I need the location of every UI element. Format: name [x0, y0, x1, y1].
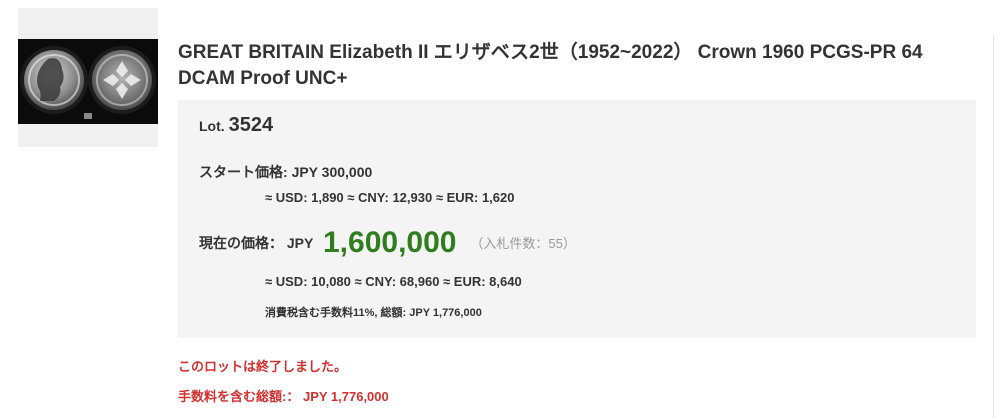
- current-price-currency: JPY: [286, 235, 314, 251]
- price-panel: Lot. 3524 スタート価格: JPY 300,000 ≈ USD: 1,89…: [178, 100, 976, 338]
- coin-photo[interactable]: [18, 39, 158, 124]
- lot-detail-page: GREAT BRITAIN Elizabeth II エリザベス2世（1952~…: [0, 0, 998, 418]
- fee-note: 消費税含む手数料11%, 総額: JPY 1,776,000: [265, 307, 482, 319]
- bid-count: （入札件数：55）: [470, 236, 576, 251]
- divider: [993, 36, 994, 418]
- start-price-value: JPY 300,000: [291, 164, 373, 180]
- start-price-conversions: ≈ USD: 1,890 ≈ CNY: 12,930 ≈ EUR: 1,620: [265, 190, 515, 205]
- total-with-fees: 手数料を含む総額:： JPY 1,776,000: [178, 386, 389, 405]
- lot-ended-message: このロットは終了しました。: [178, 359, 348, 374]
- lot-title: GREAT BRITAIN Elizabeth II エリザベス2世（1952~…: [178, 42, 923, 89]
- lot-label: Lot.: [199, 118, 225, 134]
- lot-number: 3524: [228, 114, 274, 136]
- current-price-conversions: ≈ USD: 10,080 ≈ CNY: 68,960 ≈ EUR: 8,640: [265, 274, 522, 289]
- total-value: JPY 1,776,000: [302, 389, 389, 404]
- lot-number-row: Lot. 3524: [199, 114, 273, 137]
- start-price-label: スタート価格:: [199, 164, 288, 180]
- current-price-amount: 1,600,000: [323, 226, 457, 259]
- current-price-row: 現在の価格： JPY 1,600,000 （入札件数：55）: [199, 226, 576, 260]
- current-price-label: 現在の価格：: [199, 235, 283, 251]
- start-price-row: スタート価格: JPY 300,000: [199, 162, 372, 182]
- total-label: 手数料を含む総額:：: [178, 389, 300, 404]
- coin-image: [18, 39, 158, 124]
- lot-image-frame[interactable]: [18, 8, 158, 147]
